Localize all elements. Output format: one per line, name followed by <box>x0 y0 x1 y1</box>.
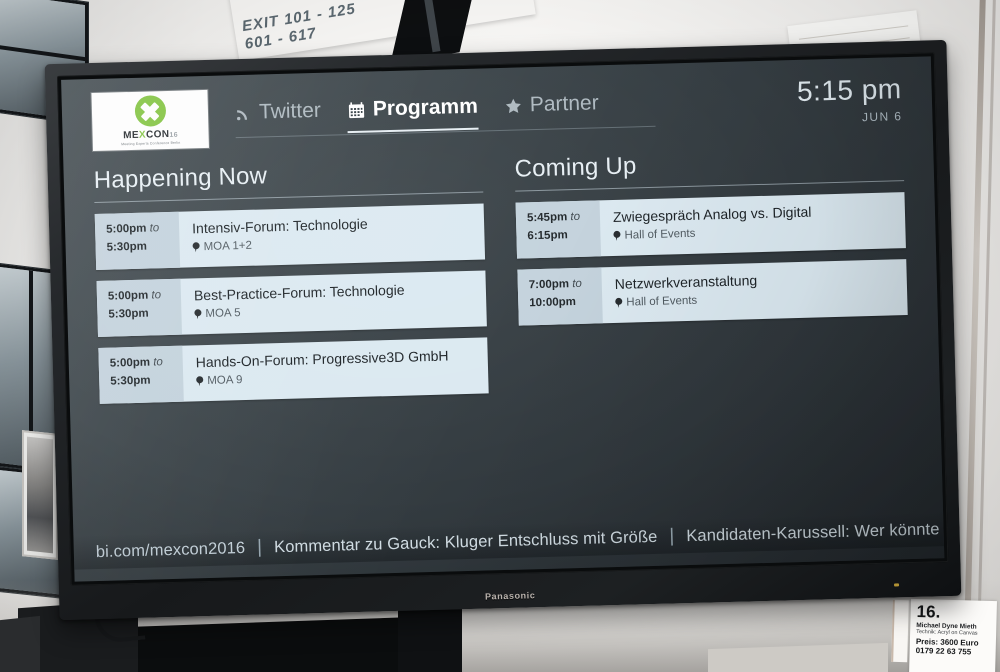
photo-scene: EXIT 101 - 125 601 - 617 16. Michael Dyn… <box>0 0 1000 672</box>
event-title: Netzwerkveranstaltung <box>614 272 758 292</box>
artwork-label: 16. Michael Dyne Mieth Technik: Acryl on… <box>909 598 997 672</box>
event-location: Hall of Events <box>615 290 897 310</box>
tab-partner-label: Partner <box>529 91 599 117</box>
event-start: 5:00pm <box>109 356 151 370</box>
event-body: Hands-On-Forum: Progressive3D GmbH MOA 9 <box>182 337 488 401</box>
event-card[interactable]: 5:00pm to 5:30pm Hands-On-Forum: Progres… <box>98 337 489 404</box>
clock: 5:15 pm JUN 6 <box>796 73 903 126</box>
location-pin-icon <box>613 231 620 241</box>
event-to: to <box>149 222 160 235</box>
clock-date: JUN 6 <box>861 109 903 125</box>
column-happening-now: Happening Now 5:00pm to 5:30pm Intensiv-… <box>93 156 489 414</box>
event-location: MOA 9 <box>196 368 478 388</box>
event-title: Hands-On-Forum: Progressive3D GmbH <box>195 347 449 371</box>
event-end: 6:15pm <box>527 229 568 243</box>
event-start: 5:45pm <box>526 211 568 225</box>
tab-twitter[interactable]: Twitter <box>235 99 322 136</box>
ticker-headline: Kommentar zu Gauck: Kluger Entschluss mi… <box>273 527 658 556</box>
floor-ledge-right <box>708 642 888 672</box>
tv-stand-base <box>120 616 420 672</box>
schedule-columns: Happening Now 5:00pm to 5:30pm Intensiv-… <box>93 145 909 415</box>
location-pin-icon <box>196 376 203 386</box>
event-time: 5:00pm to 5:30pm <box>96 278 183 337</box>
event-location: MOA 1+2 <box>192 234 474 254</box>
clock-time: 5:15 pm <box>796 73 903 107</box>
event-time: 7:00pm to 10:00pm <box>517 267 603 326</box>
screen: MEXCON16 Meeting Experts Conference Berl… <box>61 56 945 582</box>
x-mark-icon <box>134 95 166 127</box>
event-start: 5:00pm <box>107 289 149 303</box>
logo-con: CON <box>145 128 170 141</box>
event-card[interactable]: 7:00pm to 10:00pm Netzwerkveranstaltung … <box>517 259 908 326</box>
event-location-label: Hall of Events <box>624 227 696 242</box>
event-body: Intensiv-Forum: Technologie MOA 1+2 <box>179 203 485 267</box>
screen-content: MEXCON16 Meeting Experts Conference Berl… <box>61 56 945 581</box>
artwork-number: 16. <box>916 602 941 622</box>
event-to: to <box>570 210 581 224</box>
tab-partner[interactable]: Partner <box>503 91 599 129</box>
tab-programm[interactable]: Programm <box>346 94 479 134</box>
column-title: Coming Up <box>514 152 637 183</box>
ticker-url: bi.com/mexcon2016 <box>95 538 246 561</box>
location-pin-icon <box>615 298 622 308</box>
event-time: 5:45pm to 6:15pm <box>515 200 602 259</box>
event-end: 5:30pm <box>110 374 151 388</box>
event-card[interactable]: 5:00pm to 5:30pm Intensiv-Forum: Technol… <box>94 203 486 270</box>
event-card[interactable]: 5:00pm to 5:30pm Best-Practice-Forum: Te… <box>96 270 487 337</box>
adjacent-art-frame <box>891 599 909 663</box>
ticker-separator: | <box>669 525 675 547</box>
tab-twitter-label: Twitter <box>258 98 322 124</box>
rss-icon <box>235 104 252 121</box>
event-card[interactable]: 5:45pm to 6:15pm Zwiegespräch Analog vs.… <box>515 192 906 259</box>
location-pin-icon <box>194 309 201 319</box>
power-led-icon <box>894 583 900 587</box>
display-monitor: Panasonic MEXCON16 Meeting Experts Confe… <box>44 39 962 621</box>
event-time: 5:00pm to 5:30pm <box>94 211 181 270</box>
event-title: Zwiegespräch Analog vs. Digital <box>612 203 812 225</box>
logo-wordmark: MEXCON16 <box>123 129 178 141</box>
event-start: 5:00pm <box>105 222 147 236</box>
event-end: 10:00pm <box>529 295 577 310</box>
event-location-label: MOA 1+2 <box>203 239 253 254</box>
tab-programm-label: Programm <box>372 94 479 121</box>
ticker-headline: Kandidaten-Karussell: Wer könnte auf Gau… <box>686 517 944 545</box>
event-location-label: MOA 5 <box>205 307 241 321</box>
event-title: Best-Practice-Forum: Technologie <box>193 281 405 304</box>
logo-tagline: Meeting Experts Conference Berlin <box>121 140 181 147</box>
event-location-label: Hall of Events <box>626 294 698 309</box>
star-icon <box>504 96 524 116</box>
event-body: Zwiegespräch Analog vs. Digital Hall of … <box>600 192 906 256</box>
event-end: 5:30pm <box>108 307 149 321</box>
news-ticker: bi.com/mexcon2016 | Kommentar zu Gauck: … <box>73 512 945 570</box>
event-end: 5:30pm <box>106 240 148 254</box>
event-start: 7:00pm <box>528 278 570 292</box>
event-to: to <box>572 277 583 291</box>
event-location: Hall of Events <box>613 223 895 243</box>
location-pin-icon <box>193 242 200 252</box>
logo-me: ME <box>123 129 140 142</box>
mexcon-logo: MEXCON16 Meeting Experts Conference Berl… <box>91 89 209 152</box>
ticker-separator: | <box>256 536 263 558</box>
logo-year: 16 <box>169 131 179 139</box>
event-to: to <box>153 356 163 369</box>
event-body: Best-Practice-Forum: Technologie MOA 5 <box>180 270 486 334</box>
event-location-label: MOA 9 <box>207 374 243 388</box>
column-coming-up: Coming Up 5:45pm to 6:15pm Zwiegespräch … <box>514 145 910 403</box>
event-to: to <box>151 289 162 302</box>
calendar-icon <box>347 100 367 120</box>
event-location: MOA 5 <box>194 301 476 321</box>
event-time: 5:00pm to 5:30pm <box>98 345 184 404</box>
column-title: Happening Now <box>93 162 268 195</box>
dark-box-far-left <box>0 615 40 672</box>
event-body: Netzwerkveranstaltung Hall of Events <box>601 259 907 323</box>
event-title: Intensiv-Forum: Technologie <box>191 215 368 237</box>
artwork-technique: Technik: Acryl on Canvas <box>916 629 978 637</box>
